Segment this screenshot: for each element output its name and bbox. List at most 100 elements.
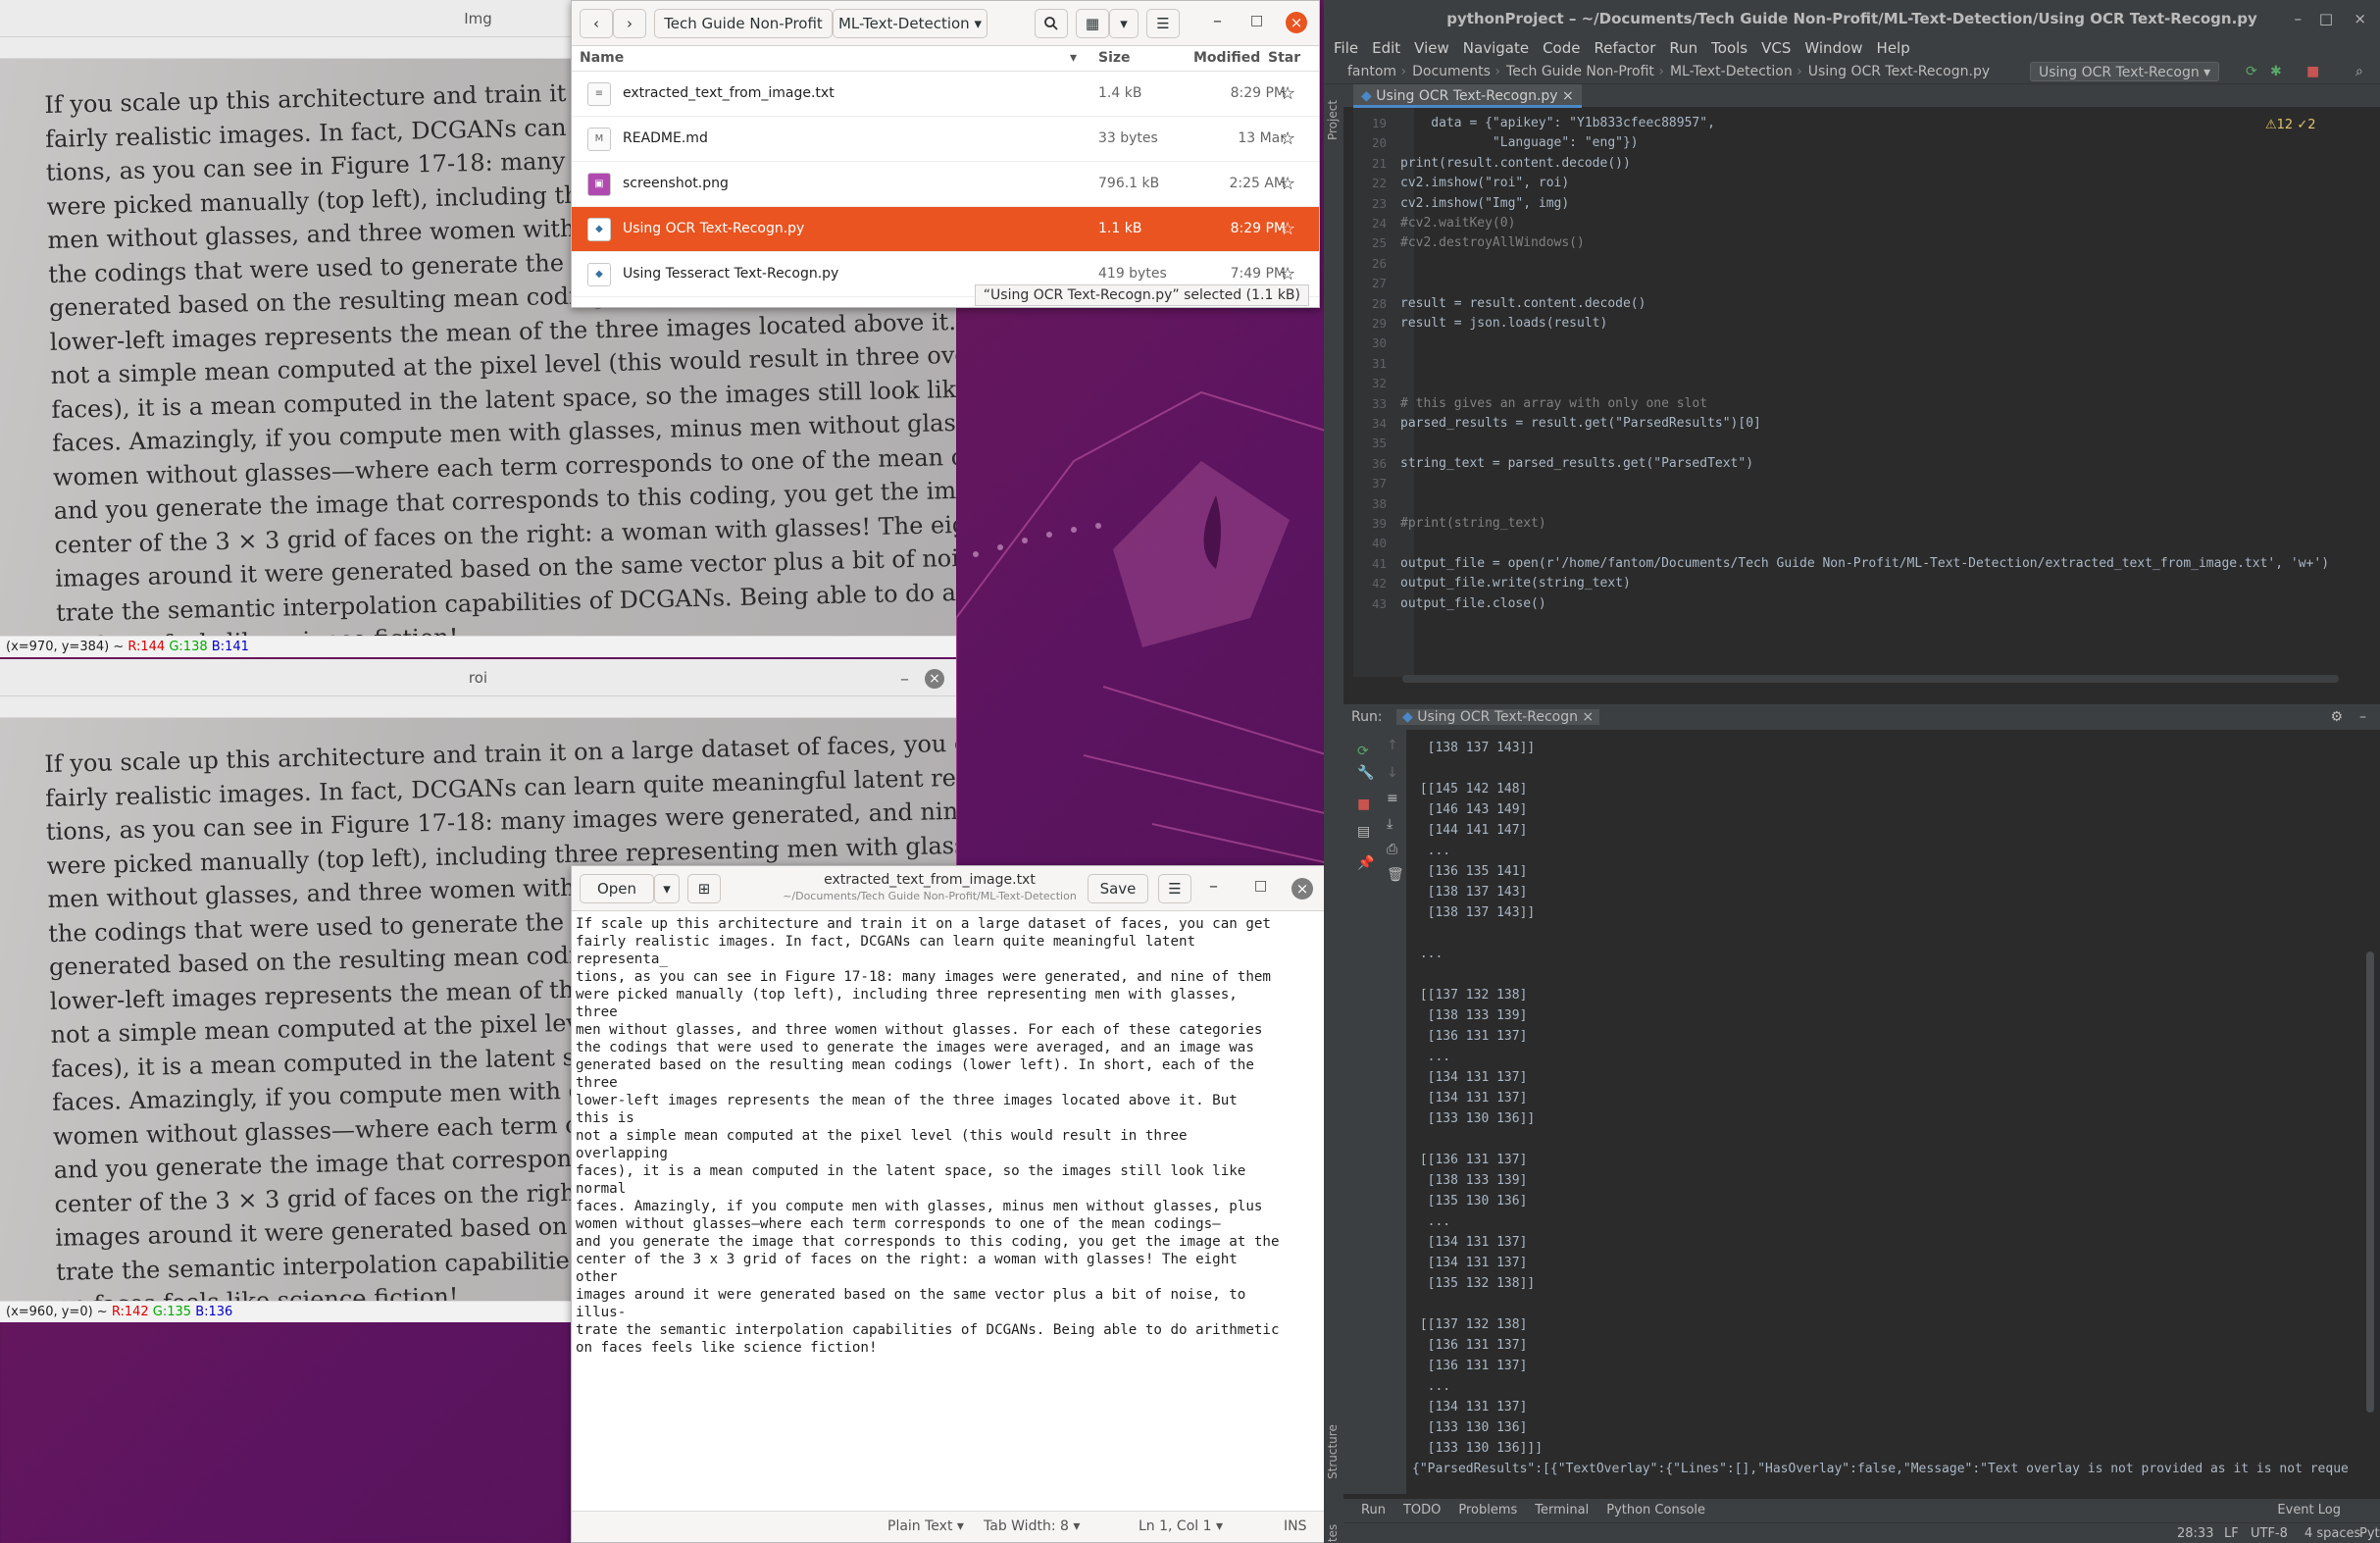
text-editor-content[interactable]: If scale up this architecture and train … bbox=[574, 913, 1323, 1509]
rerun-icon[interactable]: ⟳ bbox=[1357, 744, 1369, 759]
star-icon[interactable]: ☆ bbox=[1280, 174, 1295, 194]
star-icon[interactable]: ☆ bbox=[1280, 264, 1295, 284]
encoding[interactable]: UTF-8 bbox=[2251, 1523, 2288, 1543]
star-icon[interactable]: ☆ bbox=[1280, 129, 1295, 149]
back-button[interactable]: ‹ bbox=[580, 9, 613, 38]
search-icon[interactable]: ⌕ bbox=[2355, 59, 2363, 84]
maximize-icon[interactable]: □ bbox=[1254, 878, 1267, 894]
new-tab-button[interactable]: ⊞ bbox=[687, 874, 721, 903]
file-row[interactable]: M README.md 33 bytes 13 Mar ☆ bbox=[572, 117, 1319, 162]
search-button[interactable] bbox=[1035, 9, 1068, 38]
menu-navigate[interactable]: Navigate bbox=[1463, 39, 1529, 57]
minimize-icon[interactable]: – bbox=[900, 661, 909, 698]
file-row[interactable]: ▣ screenshot.png 796.1 kB 2:25 AM ☆ bbox=[572, 162, 1319, 207]
new-document-icon: ⊞ bbox=[697, 880, 711, 898]
console-vscrollbar[interactable] bbox=[2366, 952, 2374, 1413]
console-line: [134 131 137] bbox=[1412, 1091, 1528, 1106]
tool-tab-todo[interactable]: TODO bbox=[1403, 1503, 1441, 1517]
open-button[interactable]: Open bbox=[580, 874, 654, 903]
line-ending[interactable]: LF bbox=[2224, 1523, 2239, 1543]
star-icon[interactable]: ☆ bbox=[1280, 83, 1295, 104]
hide-panel-icon[interactable]: – bbox=[2359, 704, 2366, 730]
menu-refactor[interactable]: Refactor bbox=[1594, 39, 1655, 57]
breadcrumb-item[interactable]: Using OCR Text-Recogn.py bbox=[1808, 64, 1990, 79]
caret-position[interactable]: 28:33 bbox=[2177, 1523, 2213, 1543]
project-tool-tab[interactable]: Project bbox=[1326, 100, 1340, 140]
view-grid-button[interactable]: ▦ bbox=[1076, 9, 1109, 38]
favorites-tool-tab[interactable]: Favorites bbox=[1326, 1524, 1340, 1543]
menu-help[interactable]: Help bbox=[1877, 39, 1910, 57]
col-star[interactable]: Star bbox=[1268, 50, 1300, 66]
inspection-widget[interactable]: ⚠12 ✓2 bbox=[2265, 118, 2316, 132]
menu-file[interactable]: File bbox=[1334, 39, 1358, 57]
save-button[interactable]: Save bbox=[1088, 874, 1148, 903]
debug-icon[interactable]: ✱ bbox=[2270, 59, 2282, 84]
maximize-icon[interactable]: □ bbox=[1250, 13, 1263, 28]
wrench-icon[interactable]: 🔧 bbox=[1357, 765, 1374, 781]
tab-using-ocr[interactable]: ◆ Using OCR Text-Recogn.py × bbox=[1353, 84, 1582, 108]
tool-tab-run[interactable]: Run bbox=[1361, 1503, 1386, 1517]
rerun-icon[interactable]: ⟳ bbox=[2246, 59, 2257, 84]
menu-run[interactable]: Run bbox=[1669, 39, 1697, 57]
menu-vcs[interactable]: VCS bbox=[1761, 39, 1791, 57]
cursor-position[interactable]: Ln 1, Col 1 ▾ bbox=[1139, 1518, 1223, 1534]
editor-line: the codings that were used to generate t… bbox=[576, 1040, 1254, 1055]
soft-wrap-icon[interactable]: ≡ bbox=[1387, 791, 1398, 806]
interpreter[interactable]: Python 3.8 bbox=[2359, 1523, 2380, 1543]
menu-view[interactable]: View bbox=[1414, 39, 1449, 57]
language-selector[interactable]: Plain Text ▾ bbox=[887, 1518, 964, 1534]
col-name[interactable]: Name bbox=[580, 50, 624, 66]
menu-window[interactable]: Window bbox=[1804, 39, 1862, 57]
minimize-icon[interactable]: – bbox=[1209, 876, 1218, 897]
tool-tab-terminal[interactable]: Terminal bbox=[1535, 1503, 1589, 1517]
event-log-tab[interactable]: Event Log bbox=[2277, 1499, 2341, 1522]
file-row[interactable]: ◆ Using OCR Text-Recogn.py 1.1 kB 8:29 PM ☆ bbox=[572, 207, 1319, 252]
trash-icon[interactable]: 🗑 bbox=[1387, 867, 1404, 883]
tool-tab-python-console[interactable]: Python Console bbox=[1606, 1503, 1705, 1517]
tool-tab-problems[interactable]: Problems bbox=[1458, 1503, 1517, 1517]
scroll-end-icon[interactable]: ⤓ bbox=[1387, 816, 1393, 832]
close-icon[interactable]: × bbox=[2354, 0, 2366, 37]
indent-setting[interactable]: 4 spaces bbox=[2304, 1523, 2360, 1543]
menu-button[interactable]: ☰ bbox=[1158, 874, 1191, 903]
path-segment-1[interactable]: ML-Text-Detection ▾ bbox=[833, 9, 987, 38]
gear-icon[interactable]: ⚙ bbox=[2330, 704, 2343, 730]
breadcrumb-item[interactable]: fantom bbox=[1347, 64, 1396, 79]
editor-hscrollbar[interactable] bbox=[1402, 675, 2339, 683]
menu-code[interactable]: Code bbox=[1543, 39, 1580, 57]
arrow-down-icon[interactable]: ↓ bbox=[1387, 765, 1398, 781]
file-row[interactable]: ≡ extracted_text_from_image.txt 1.4 kB 8:29… bbox=[572, 72, 1319, 117]
menu-button[interactable]: ☰ bbox=[1146, 9, 1180, 38]
col-size[interactable]: Size bbox=[1098, 50, 1131, 66]
view-options-button[interactable]: ▾ bbox=[1109, 9, 1139, 38]
pin-icon[interactable]: 📌 bbox=[1357, 855, 1374, 871]
structure-tool-tab[interactable]: Structure bbox=[1326, 1424, 1340, 1479]
run-console-output[interactable]: [138 137 143]] [[145 142 148] [146 143 1… bbox=[1412, 738, 2349, 1479]
tab-width-selector[interactable]: Tab Width: 8 ▾ bbox=[984, 1518, 1080, 1534]
close-icon[interactable]: × bbox=[925, 669, 944, 689]
close-icon[interactable]: × bbox=[1286, 12, 1307, 33]
insert-mode[interactable]: INS bbox=[1284, 1518, 1307, 1534]
run-tab[interactable]: ◆ Using OCR Text-Recogn × bbox=[1396, 709, 1600, 725]
col-modified[interactable]: Modified bbox=[1193, 50, 1260, 66]
close-icon[interactable]: × bbox=[1291, 878, 1313, 900]
console-line: [[137 132 138] bbox=[1412, 988, 1528, 1003]
stop-icon[interactable]: ■ bbox=[2306, 59, 2319, 84]
menu-tools[interactable]: Tools bbox=[1711, 39, 1747, 57]
breadcrumb-item[interactable]: Documents bbox=[1412, 64, 1491, 79]
minimize-icon[interactable]: – bbox=[1213, 11, 1222, 31]
layout-icon[interactable]: ▤ bbox=[1357, 824, 1370, 840]
forward-button[interactable]: › bbox=[613, 9, 646, 38]
minimize-icon[interactable]: – bbox=[2295, 0, 2303, 37]
maximize-icon[interactable]: □ bbox=[2319, 0, 2333, 37]
path-segment-0[interactable]: Tech Guide Non-Profit bbox=[654, 9, 833, 38]
arrow-up-icon[interactable]: ↑ bbox=[1387, 738, 1398, 753]
run-config-selector[interactable]: Using OCR Text-Recogn ▾ bbox=[2030, 62, 2220, 81]
open-menu-button[interactable]: ▾ bbox=[654, 874, 680, 903]
menu-edit[interactable]: Edit bbox=[1372, 39, 1400, 57]
breadcrumb-item[interactable]: Tech Guide Non-Profit bbox=[1506, 64, 1654, 79]
breadcrumb-item[interactable]: ML-Text-Detection bbox=[1670, 64, 1793, 79]
star-icon[interactable]: ☆ bbox=[1280, 219, 1295, 239]
print-icon[interactable]: ⎙ bbox=[1387, 842, 1397, 857]
stop-icon[interactable]: ■ bbox=[1357, 797, 1370, 812]
